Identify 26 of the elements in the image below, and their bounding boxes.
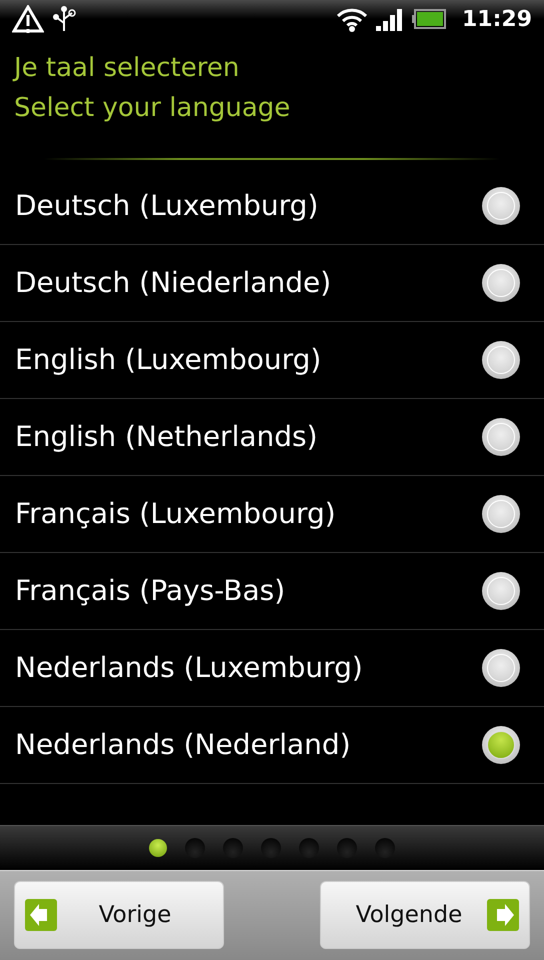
radio-button[interactable] bbox=[482, 572, 520, 610]
signal-icon bbox=[376, 7, 404, 31]
language-option[interactable]: English (Netherlands) bbox=[0, 399, 544, 476]
usb-icon bbox=[52, 5, 76, 33]
radio-button[interactable] bbox=[482, 495, 520, 533]
radio-button[interactable] bbox=[482, 726, 520, 764]
header-title: Je taal selecteren bbox=[14, 52, 240, 85]
header-title: Select your language bbox=[14, 92, 292, 125]
language-option[interactable]: Deutsch (Niederlande) bbox=[0, 245, 544, 322]
back-button[interactable]: Vorige bbox=[14, 881, 224, 949]
radio-button[interactable] bbox=[482, 187, 520, 225]
language-option[interactable]: Nederlands (Luxemburg) bbox=[0, 630, 544, 707]
language-option[interactable]: Français (Pays-Bas) bbox=[0, 553, 544, 630]
language-option[interactable]: English (Luxembourg) bbox=[0, 322, 544, 399]
next-button[interactable]: Volgende bbox=[320, 881, 530, 949]
radio-button[interactable] bbox=[482, 264, 520, 302]
language-option[interactable]: Nederlands (Nederland) bbox=[0, 707, 544, 784]
battery-icon bbox=[412, 9, 446, 29]
warning-icon bbox=[12, 5, 44, 33]
language-option[interactable]: Deutsch (Luxemburg) bbox=[0, 168, 544, 245]
radio-button[interactable] bbox=[482, 649, 520, 687]
radio-button[interactable] bbox=[482, 418, 520, 456]
language-option[interactable]: Français (Luxembourg) bbox=[0, 476, 544, 553]
status-time: 11:29 bbox=[462, 6, 532, 34]
wifi-icon bbox=[336, 6, 368, 32]
radio-button[interactable] bbox=[482, 341, 520, 379]
